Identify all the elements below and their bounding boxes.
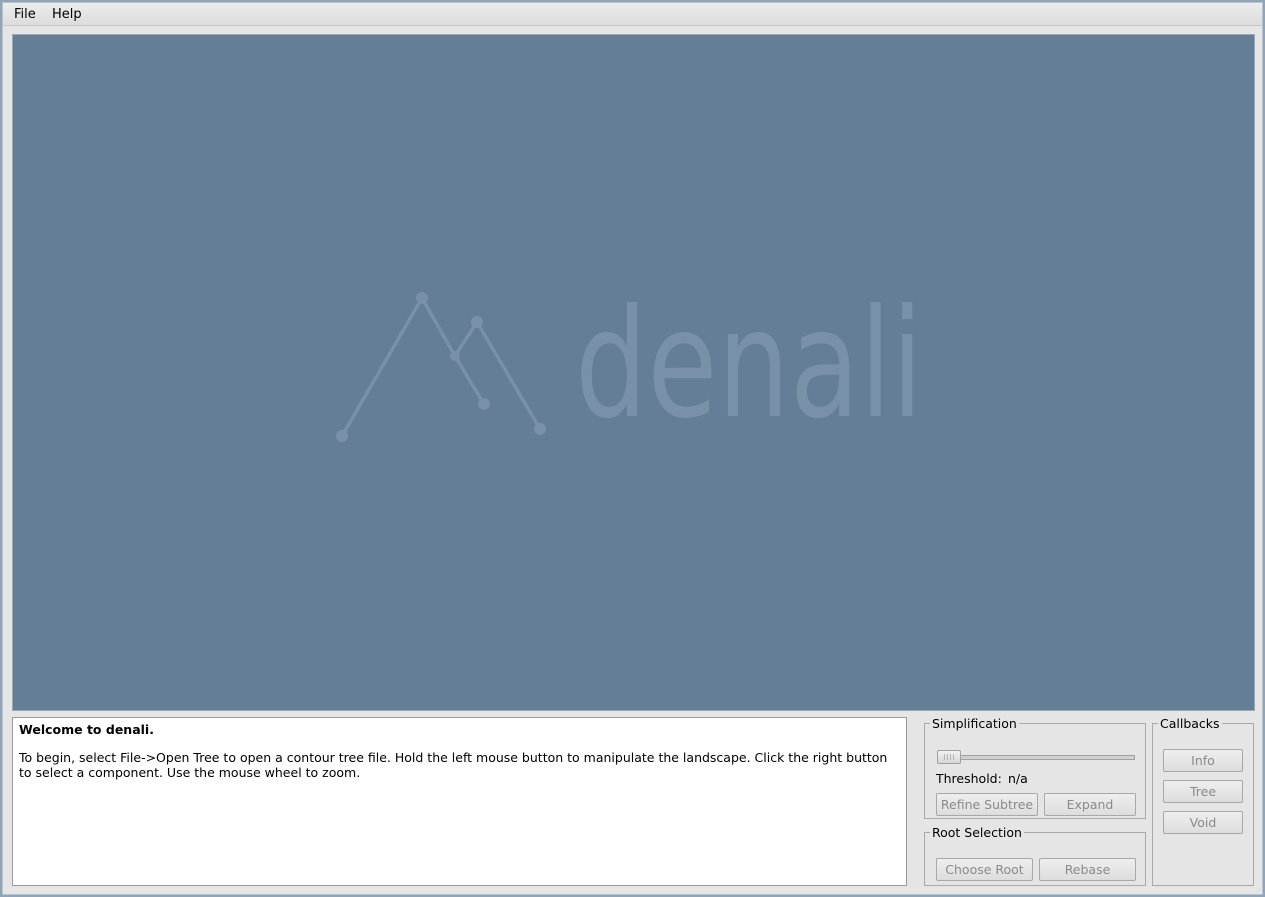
landscape-viewport[interactable]: denali — [12, 34, 1255, 711]
menu-file[interactable]: File — [14, 7, 36, 22]
menu-help[interactable]: Help — [52, 7, 82, 22]
threshold-label: Threshold: — [936, 771, 1002, 786]
threshold-value: n/a — [1008, 771, 1028, 786]
void-button[interactable]: Void — [1163, 811, 1243, 834]
simplification-group: Simplification Threshold: n/a Refine Sub… — [924, 716, 1146, 819]
callbacks-legend: Callbacks — [1160, 716, 1220, 731]
root-selection-group: Root Selection Choose Root Rebase — [924, 825, 1146, 886]
message-body: To begin, select File->Open Tree to open… — [19, 750, 888, 780]
callbacks-group: Callbacks Info Tree Void — [1152, 716, 1254, 886]
threshold-slider-handle[interactable] — [937, 750, 961, 764]
refine-subtree-button[interactable]: Refine Subtree — [936, 793, 1038, 816]
choose-root-button[interactable]: Choose Root — [936, 858, 1033, 881]
logo-wordmark: denali — [575, 278, 923, 452]
menu-bar: File Help — [3, 3, 1262, 26]
main-window: File Help denali Welcome to denali. To b… — [2, 2, 1263, 895]
message-panel: Welcome to denali. To begin, select File… — [12, 717, 907, 886]
info-button[interactable]: Info — [1163, 749, 1243, 772]
root-selection-legend: Root Selection — [932, 825, 1022, 840]
rebase-button[interactable]: Rebase — [1039, 858, 1136, 881]
simplification-legend: Simplification — [932, 716, 1017, 731]
expand-button[interactable]: Expand — [1044, 793, 1136, 816]
message-title: Welcome to denali. — [19, 722, 154, 737]
threshold-slider-track[interactable] — [937, 755, 1135, 760]
tree-button[interactable]: Tree — [1163, 780, 1243, 803]
denali-logo: denali — [336, 278, 923, 452]
mountain-logo-icon — [340, 296, 542, 438]
